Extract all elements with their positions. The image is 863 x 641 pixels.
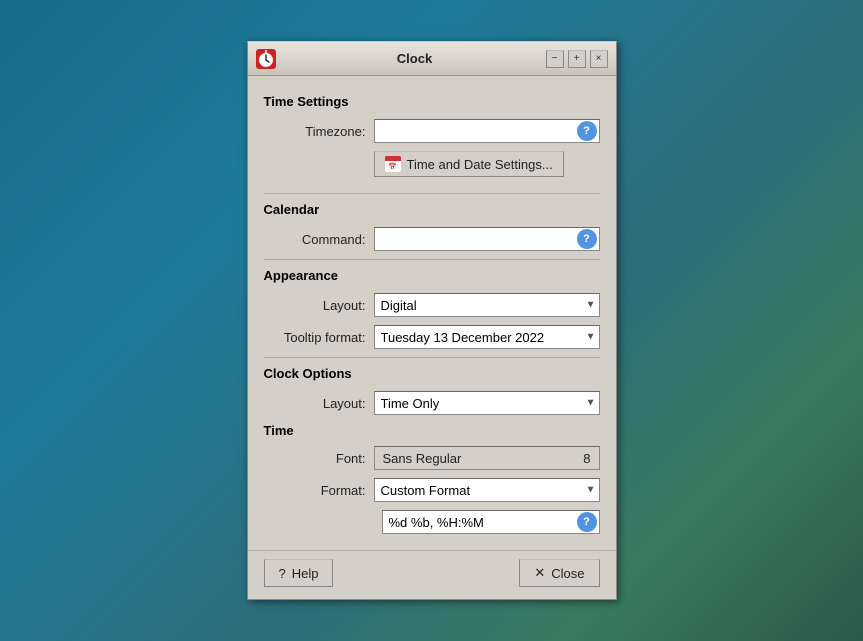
appearance-layout-dropdown[interactable]: Digital Analog Binary Fuzzy xyxy=(374,293,600,317)
tooltip-format-dropdown-wrapper: Tuesday 13 December 2022 Short Date Long… xyxy=(374,325,600,349)
close-icon: ✕ xyxy=(534,565,545,581)
time-date-settings-row: 📅 Time and Date Settings... xyxy=(264,151,600,185)
maximize-button[interactable]: + xyxy=(568,50,586,68)
separator-2 xyxy=(264,259,600,260)
format-dropdown-wrapper: Custom Format 12-hour 24-hour ▼ xyxy=(374,478,600,502)
help-icon: ? xyxy=(279,566,286,581)
custom-format-input[interactable] xyxy=(382,510,600,534)
separator-1 xyxy=(264,193,600,194)
clock-dialog: 8 Clock − + × Time Settings Timezone: ? xyxy=(247,41,617,600)
tooltip-format-label: Tooltip format: xyxy=(264,330,374,345)
help-button[interactable]: ? Help xyxy=(264,559,334,587)
font-row: Font: Sans Regular 8 xyxy=(264,446,600,470)
clock-layout-label: Layout: xyxy=(264,396,374,411)
font-size-value: 8 xyxy=(583,451,590,466)
window-title: Clock xyxy=(284,51,546,66)
custom-format-container: ? xyxy=(382,510,600,534)
time-date-settings-button[interactable]: 📅 Time and Date Settings... xyxy=(374,151,564,177)
dialog-footer: ? Help ✕ Close xyxy=(248,550,616,599)
font-value: Sans Regular xyxy=(383,451,462,466)
timezone-input-container: ? xyxy=(374,119,600,143)
help-label: Help xyxy=(292,566,319,581)
font-label: Font: xyxy=(264,451,374,466)
calendar-header: Calendar xyxy=(264,202,600,217)
dialog-content: Time Settings Timezone: ? 📅 Time and Dat… xyxy=(248,76,616,546)
appearance-header: Appearance xyxy=(264,268,600,283)
clock-options-header: Clock Options xyxy=(264,366,600,381)
appearance-layout-row: Layout: Digital Analog Binary Fuzzy ▼ xyxy=(264,293,600,317)
custom-format-help-button[interactable]: ? xyxy=(577,512,597,532)
time-subsection-header: Time xyxy=(264,423,600,438)
command-help-button[interactable]: ? xyxy=(577,229,597,249)
command-input[interactable] xyxy=(374,227,600,251)
time-settings-header: Time Settings xyxy=(264,94,600,109)
tooltip-format-row: Tooltip format: Tuesday 13 December 2022… xyxy=(264,325,600,349)
close-button-footer[interactable]: ✕ Close xyxy=(519,559,599,587)
format-label: Format: xyxy=(264,483,374,498)
close-label: Close xyxy=(551,566,584,581)
clock-layout-dropdown[interactable]: Time Only Date Only Time and Date xyxy=(374,391,600,415)
timezone-row: Timezone: ? xyxy=(264,119,600,143)
window-controls: − + × xyxy=(546,50,608,68)
command-input-container: ? xyxy=(374,227,600,251)
format-dropdown[interactable]: Custom Format 12-hour 24-hour xyxy=(374,478,600,502)
command-label: Command: xyxy=(264,232,374,247)
timezone-input[interactable] xyxy=(374,119,600,143)
clock-layout-row: Layout: Time Only Date Only Time and Dat… xyxy=(264,391,600,415)
appearance-layout-dropdown-wrapper: Digital Analog Binary Fuzzy ▼ xyxy=(374,293,600,317)
minimize-button[interactable]: − xyxy=(546,50,564,68)
time-date-btn-label: Time and Date Settings... xyxy=(407,157,553,172)
titlebar: 8 Clock − + × xyxy=(248,42,616,76)
app-icon: 8 xyxy=(256,49,276,69)
svg-text:8: 8 xyxy=(264,50,267,56)
command-row: Command: ? xyxy=(264,227,600,251)
appearance-layout-label: Layout: xyxy=(264,298,374,313)
font-field[interactable]: Sans Regular 8 xyxy=(374,446,600,470)
timezone-help-button[interactable]: ? xyxy=(577,121,597,141)
timezone-label: Timezone: xyxy=(264,124,374,139)
tooltip-format-dropdown[interactable]: Tuesday 13 December 2022 Short Date Long… xyxy=(374,325,600,349)
separator-3 xyxy=(264,357,600,358)
clock-layout-dropdown-wrapper: Time Only Date Only Time and Date ▼ xyxy=(374,391,600,415)
close-button[interactable]: × xyxy=(590,50,608,68)
calendar-icon: 📅 xyxy=(385,156,401,172)
format-row: Format: Custom Format 12-hour 24-hour ▼ xyxy=(264,478,600,502)
